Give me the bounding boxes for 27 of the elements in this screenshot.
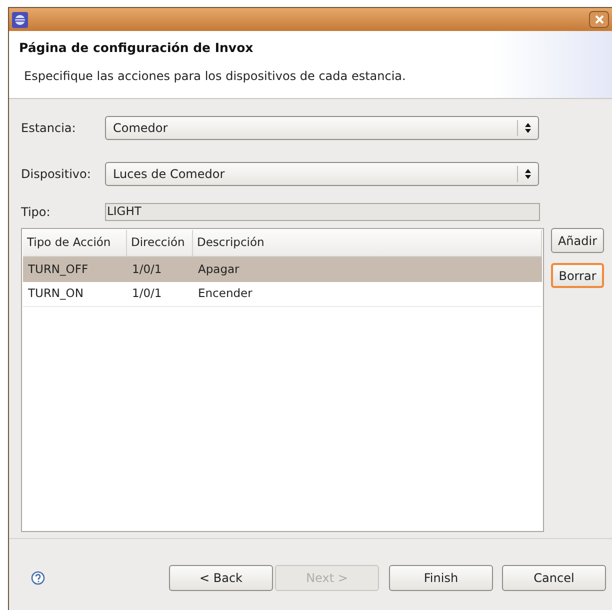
side-button[interactable]: Añadir: [551, 228, 604, 253]
dropdown[interactable]: Luces de Comedor: [105, 162, 539, 186]
close-icon: [594, 15, 604, 24]
table-row[interactable]: TURN_OFF 1/0/1 Apagar: [23, 257, 542, 282]
page-description: Especifique las acciones para los dispositivos de cada estancia.: [23, 68, 407, 85]
dropdown[interactable]: Comedor: [105, 116, 539, 140]
table-cell-text: Apagar: [197, 260, 240, 278]
table-cell-text: TURN_ON: [27, 285, 84, 302]
wizard-button[interactable]: < Back: [169, 565, 273, 591]
app-icon: [12, 12, 28, 28]
page-title: Página de configuración de Invox: [19, 39, 254, 57]
wizard-button[interactable]: Cancel: [502, 565, 606, 591]
field-label: Estancia:: [21, 120, 77, 137]
table-cell-text: Encender: [197, 285, 254, 302]
type-field: LIGHT: [105, 203, 540, 221]
table-cell-text: TURN_OFF: [27, 260, 90, 278]
table-cell-text: 1/0/1: [131, 260, 163, 278]
field-label: Tipo:: [21, 204, 52, 221]
help-icon[interactable]: [31, 571, 45, 585]
close-button[interactable]: [589, 11, 609, 28]
field-label: Dispositivo:: [21, 166, 92, 183]
column-header[interactable]: Tipo de Acción: [23, 230, 127, 256]
side-button[interactable]: Borrar: [551, 263, 604, 288]
table-cell-text: 1/0/1: [131, 285, 163, 302]
column-header[interactable]: Dirección: [127, 230, 193, 256]
column-header[interactable]: Descripción: [193, 230, 542, 256]
wizard-button[interactable]: Finish: [389, 565, 493, 591]
